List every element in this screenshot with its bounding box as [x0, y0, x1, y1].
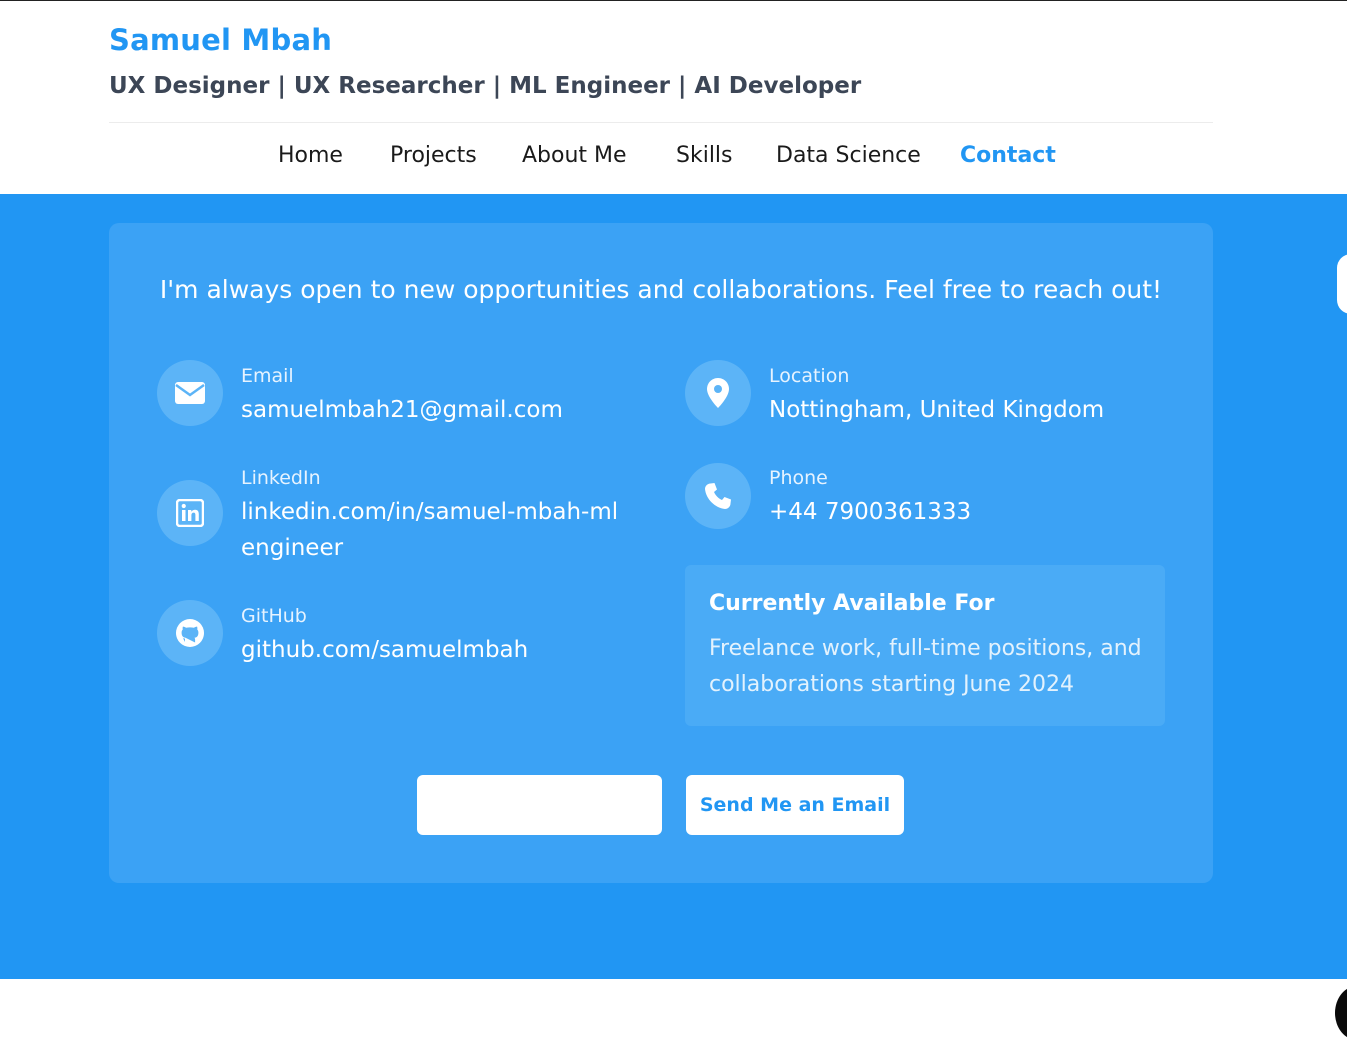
github-label: GitHub: [241, 605, 307, 627]
floating-side-widget[interactable]: [1337, 254, 1347, 314]
phone-link[interactable]: +44 7900361333: [769, 494, 971, 530]
main-nav: Home Projects About Me Skills Data Scien…: [0, 143, 1347, 179]
availability-text: Freelance work, full-time positions, and…: [709, 636, 1142, 697]
linkedin-icon: [157, 480, 223, 546]
linkedin-label: LinkedIn: [241, 467, 321, 489]
github-icon: [157, 600, 223, 666]
contact-section: I'm always open to new opportunities and…: [0, 194, 1347, 979]
location-label: Location: [769, 365, 850, 387]
nav-item-projects[interactable]: Projects: [390, 143, 477, 168]
phone-label: Phone: [769, 467, 828, 489]
nav-item-contact[interactable]: Contact: [960, 143, 1056, 168]
email-link[interactable]: samuelmbah21@gmail.com: [241, 392, 563, 428]
header-divider: [109, 122, 1213, 123]
github-link[interactable]: github.com/samuelmbah: [241, 632, 528, 668]
envelope-icon: [157, 360, 223, 426]
nav-item-about-me[interactable]: About Me: [522, 143, 627, 168]
send-email-button[interactable]: Send Me an Email: [686, 775, 904, 835]
primary-action-button[interactable]: [417, 775, 662, 835]
contact-card: I'm always open to new opportunities and…: [109, 223, 1213, 883]
linkedin-link[interactable]: linkedin.com/in/samuel-mbah-mlengineer: [241, 494, 621, 566]
map-pin-icon: [685, 360, 751, 426]
nav-item-home[interactable]: Home: [278, 143, 343, 168]
site-title[interactable]: Samuel Mbah: [109, 23, 332, 57]
availability-title: Currently Available For: [709, 591, 995, 616]
phone-icon: [685, 463, 751, 529]
email-label: Email: [241, 365, 294, 387]
floating-chat-button[interactable]: [1335, 986, 1347, 1040]
nav-item-skills[interactable]: Skills: [676, 143, 733, 168]
location-value: Nottingham, United Kingdom: [769, 397, 1105, 423]
contact-intro: I'm always open to new opportunities and…: [159, 275, 1163, 304]
site-tagline: UX Designer | UX Researcher | ML Enginee…: [109, 73, 862, 99]
site-header: Samuel Mbah UX Designer | UX Researcher …: [0, 1, 1347, 194]
availability-box: Currently Available For Freelance work, …: [685, 565, 1165, 726]
nav-item-data-science[interactable]: Data Science: [776, 143, 921, 168]
